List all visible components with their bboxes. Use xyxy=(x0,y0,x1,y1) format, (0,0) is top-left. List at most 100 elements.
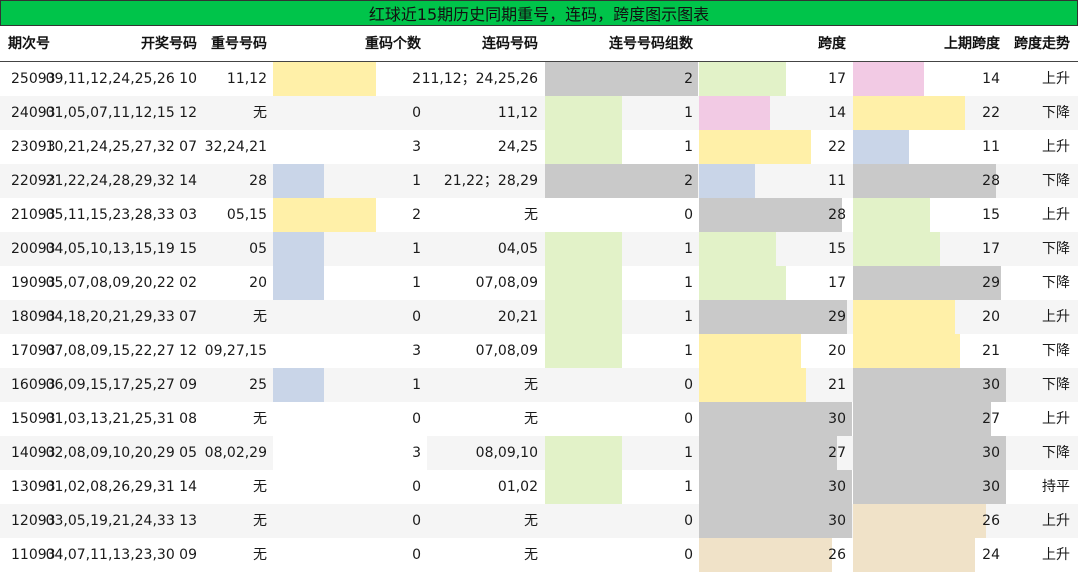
cell-span: 20 xyxy=(828,343,846,359)
prev-span-bar xyxy=(853,62,925,96)
cell-consec-groups: 0 xyxy=(684,547,693,563)
cell-repeat-numbers: 无 xyxy=(253,513,267,529)
cell-repeat-numbers: 08,02,29 xyxy=(204,445,267,461)
cell-prev-span: 26 xyxy=(982,513,1000,529)
cell-draw-numbers: 02,08,09,10,20,29 05 xyxy=(45,445,197,461)
cell-trend: 下降 xyxy=(1042,377,1070,393)
consec-groups-bar xyxy=(545,334,622,368)
cell-prev-span: 30 xyxy=(982,445,1000,461)
header-span: 跨度 xyxy=(818,36,846,52)
cell-consec-groups: 1 xyxy=(684,445,693,461)
cell-repeat-numbers: 无 xyxy=(253,479,267,495)
cell-draw-numbers: 01,02,08,26,29,31 14 xyxy=(45,479,197,495)
cell-span: 30 xyxy=(828,513,846,529)
cell-draw-numbers: 05,11,15,23,28,33 03 xyxy=(45,207,197,223)
consec-groups-bar xyxy=(545,62,698,96)
cell-trend: 上升 xyxy=(1042,71,1070,87)
prev-span-bar xyxy=(853,402,991,436)
cell-prev-span: 29 xyxy=(982,275,1000,291)
cell-draw-numbers: 21,22,24,28,29,32 14 xyxy=(45,173,197,189)
cell-consec-groups: 0 xyxy=(684,377,693,393)
consec-groups-bar xyxy=(545,436,622,470)
cell-repeat-numbers: 05 xyxy=(249,241,267,257)
cell-repeat-count: 1 xyxy=(412,173,421,189)
table-row: 22093 21,22,24,28,29,32 14 28 1 21,22；28,29 2… xyxy=(0,164,1078,198)
consec-groups-bar xyxy=(545,164,698,198)
cell-prev-span: 15 xyxy=(982,207,1000,223)
prev-span-bar xyxy=(853,198,930,232)
cell-repeat-numbers: 32,24,21 xyxy=(204,139,267,155)
span-bar xyxy=(699,334,801,368)
cell-trend: 上升 xyxy=(1042,547,1070,563)
cell-trend: 下降 xyxy=(1042,445,1070,461)
cell-draw-numbers: 07,08,09,15,22,27 12 xyxy=(45,343,197,359)
repeat-count-bar xyxy=(273,198,376,232)
cell-draw-numbers: 04,18,20,21,29,33 07 xyxy=(45,309,197,325)
cell-draw-numbers: 01,03,13,21,25,31 08 xyxy=(45,411,197,427)
cell-consec-groups: 1 xyxy=(684,479,693,495)
cell-repeat-count: 0 xyxy=(412,411,421,427)
cell-repeat-count: 0 xyxy=(412,105,421,121)
cell-consec-numbers: 01,02 xyxy=(497,479,538,495)
table-row: 13093 01,02,08,26,29,31 14 无 0 01,02 1 30 30 持平 xyxy=(0,470,1078,504)
repeat-count-bar xyxy=(273,62,376,96)
cell-repeat-numbers: 无 xyxy=(253,411,267,427)
cell-span: 15 xyxy=(828,241,846,257)
cell-span: 26 xyxy=(828,547,846,563)
data-table-body: 25093 09,11,12,24,25,26 10 11,12 2 11,12；24,… xyxy=(0,62,1078,572)
consec-groups-bar xyxy=(545,232,622,266)
cell-prev-span: 27 xyxy=(982,411,1000,427)
header-period: 期次号 xyxy=(8,36,50,52)
prev-span-bar xyxy=(853,504,986,538)
cell-prev-span: 11 xyxy=(982,139,1000,155)
table-row: 21093 05,11,15,23,28,33 03 05,15 2 无 0 28 15 上升 xyxy=(0,198,1078,232)
cell-repeat-count: 0 xyxy=(412,309,421,325)
cell-repeat-numbers: 20 xyxy=(249,275,267,291)
consec-groups-bar xyxy=(545,96,622,130)
span-bar xyxy=(699,96,771,130)
consec-groups-bar xyxy=(545,470,622,504)
cell-consec-groups: 1 xyxy=(684,241,693,257)
cell-draw-numbers: 09,11,12,24,25,26 10 xyxy=(45,71,197,87)
span-bar xyxy=(699,232,776,266)
table-row: 24093 01,05,07,11,12,15 12 无 0 11,12 1 14 22 下降 xyxy=(0,96,1078,130)
cell-repeat-numbers: 25 xyxy=(249,377,267,393)
header-prev-span: 上期跨度 xyxy=(944,36,1000,52)
cell-consec-groups: 1 xyxy=(684,343,693,359)
table-row: 20093 04,05,10,13,15,19 15 05 1 04,05 1 15 17 下降 xyxy=(0,232,1078,266)
header-consec-groups: 连号号码组数 xyxy=(609,36,693,52)
cell-repeat-count: 3 xyxy=(412,139,421,155)
cell-draw-numbers: 04,05,10,13,15,19 15 xyxy=(45,241,197,257)
cell-repeat-numbers: 05,15 xyxy=(226,207,267,223)
cell-consec-numbers: 11,12 xyxy=(497,105,538,121)
cell-span: 27 xyxy=(828,445,846,461)
header-draw: 开奖号码 xyxy=(141,36,197,52)
repeat-count-bar xyxy=(273,334,427,368)
cell-consec-numbers: 24,25 xyxy=(497,139,538,155)
cell-repeat-count: 3 xyxy=(412,343,421,359)
repeat-count-bar xyxy=(273,232,325,266)
cell-consec-groups: 0 xyxy=(684,411,693,427)
repeat-count-bar xyxy=(273,436,427,470)
header-trend: 跨度走势 xyxy=(1014,36,1070,52)
cell-repeat-count: 1 xyxy=(412,377,421,393)
cell-repeat-count: 2 xyxy=(412,71,421,87)
cell-prev-span: 20 xyxy=(982,309,1000,325)
prev-span-bar xyxy=(853,232,940,266)
cell-span: 30 xyxy=(828,411,846,427)
cell-consec-numbers: 04,05 xyxy=(497,241,538,257)
cell-consec-groups: 0 xyxy=(684,513,693,529)
cell-trend: 下降 xyxy=(1042,343,1070,359)
cell-consec-groups: 1 xyxy=(684,309,693,325)
cell-trend: 上升 xyxy=(1042,411,1070,427)
cell-span: 29 xyxy=(828,309,846,325)
cell-prev-span: 24 xyxy=(982,547,1000,563)
span-bar xyxy=(699,62,786,96)
span-bar xyxy=(699,368,807,402)
cell-prev-span: 21 xyxy=(982,343,1000,359)
table-row: 23093 10,21,24,25,27,32 07 32,24,21 3 24,25 1… xyxy=(0,130,1078,164)
cell-consec-groups: 2 xyxy=(684,71,693,87)
prev-span-bar xyxy=(853,538,976,572)
cell-consec-groups: 1 xyxy=(684,275,693,291)
repeat-count-bar xyxy=(273,164,325,198)
